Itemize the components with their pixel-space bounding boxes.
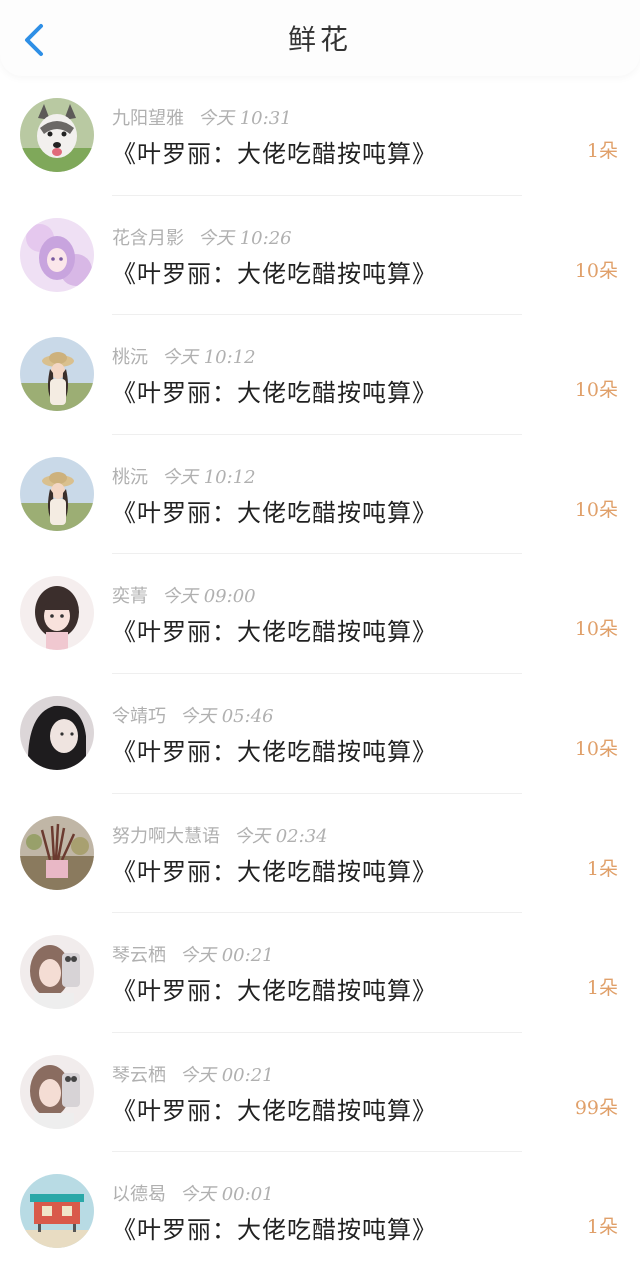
flower-amount: 99朵 [574, 1096, 618, 1119]
book-title: 《叶罗丽：大佬吃醋按吨算》 [112, 259, 437, 288]
flower-amount: 10朵 [574, 618, 618, 641]
list-item[interactable]: 花含月影 今天 10:26 《叶罗丽：大佬吃醋按吨算》 10朵 [0, 196, 640, 316]
book-title: 《叶罗丽：大佬吃醋按吨算》 [112, 379, 437, 408]
flower-amount: 10朵 [574, 498, 618, 521]
user-meta: 桃沅 今天 10:12 [112, 343, 256, 369]
user-meta: 努力啊大慧语 今天 02:34 [112, 822, 328, 848]
user-meta: 九阳望雅 今天 10:31 [112, 104, 292, 130]
book-title: 《叶罗丽：大佬吃醋按吨算》 [112, 737, 437, 766]
list-item[interactable]: 以德曷 今天 00:01 《叶罗丽：大佬吃醋按吨算》 1朵 [0, 1152, 640, 1266]
flower-amount: 1朵 [586, 1216, 618, 1239]
timestamp: 今天 00:01 [180, 1184, 274, 1206]
timestamp: 今天 02:34 [234, 825, 328, 847]
gift-list: 九阳望雅 今天 10:31 《叶罗丽：大佬吃醋按吨算》 1朵 花含月影 今天 10:… [0, 76, 640, 1266]
username[interactable]: 九阳望雅 [112, 108, 184, 129]
username[interactable]: 桃沅 [112, 467, 148, 488]
username[interactable]: 令靖巧 [112, 706, 166, 727]
list-item[interactable]: 桃沅 今天 10:12 《叶罗丽：大佬吃醋按吨算》 10朵 [0, 315, 640, 435]
list-item[interactable]: 琴云栖 今天 00:21 《叶罗丽：大佬吃醋按吨算》 99朵 [0, 1033, 640, 1153]
timestamp: 今天 10:26 [198, 227, 292, 249]
girl-straw-hat-avatar[interactable] [20, 456, 94, 531]
dark-hair-girl-avatar[interactable] [20, 695, 94, 770]
list-item[interactable]: 九阳望雅 今天 10:31 《叶罗丽：大佬吃醋按吨算》 1朵 [0, 76, 640, 196]
user-meta: 令靖巧 今天 05:46 [112, 702, 274, 728]
user-meta: 琴云栖 今天 00:21 [112, 941, 274, 967]
user-meta: 花含月影 今天 10:26 [112, 224, 292, 250]
list-item[interactable]: 奕菁 今天 09:00 《叶罗丽：大佬吃醋按吨算》 10朵 [0, 554, 640, 674]
book-title: 《叶罗丽：大佬吃醋按吨算》 [112, 857, 437, 886]
page-title: 鲜花 [287, 23, 352, 56]
timestamp: 今天 10:31 [198, 108, 292, 129]
purple-anime-girl-avatar[interactable] [20, 217, 94, 292]
book-title: 《叶罗丽：大佬吃醋按吨算》 [112, 140, 437, 168]
timestamp: 今天 10:12 [162, 347, 256, 369]
user-meta: 琴云栖 今天 00:21 [112, 1061, 274, 1087]
list-item[interactable]: 令靖巧 今天 05:46 《叶罗丽：大佬吃醋按吨算》 10朵 [0, 674, 640, 794]
timestamp: 今天 00:21 [180, 945, 274, 967]
timestamp: 今天 05:46 [180, 705, 274, 727]
top-bar: 鲜花 [0, 0, 640, 76]
user-meta: 奕菁 今天 09:00 [112, 582, 256, 608]
username[interactable]: 琴云栖 [112, 1065, 166, 1086]
timestamp: 今天 09:00 [162, 586, 256, 608]
list-item[interactable]: 桃沅 今天 10:12 《叶罗丽：大佬吃醋按吨算》 10朵 [0, 435, 640, 555]
username[interactable]: 琴云栖 [112, 945, 166, 966]
book-title: 《叶罗丽：大佬吃醋按吨算》 [112, 977, 437, 1006]
book-title: 《叶罗丽：大佬吃醋按吨算》 [112, 1096, 437, 1125]
flower-amount: 10朵 [574, 737, 618, 760]
timestamp: 今天 00:21 [180, 1064, 274, 1086]
beach-hut-avatar[interactable] [20, 1174, 94, 1249]
username[interactable]: 花含月影 [112, 228, 184, 249]
user-meta: 桃沅 今天 10:12 [112, 463, 256, 489]
list-item[interactable]: 努力啊大慧语 今天 02:34 《叶罗丽：大佬吃醋按吨算》 1朵 [0, 794, 640, 914]
user-meta: 以德曷 今天 00:01 [112, 1180, 274, 1206]
flower-amount: 1朵 [586, 977, 618, 1000]
username[interactable]: 努力啊大慧语 [112, 826, 220, 847]
timestamp: 今天 10:12 [162, 466, 256, 488]
book-title: 《叶罗丽：大佬吃醋按吨算》 [112, 498, 437, 527]
flower-amount: 1朵 [586, 857, 618, 880]
username[interactable]: 奕菁 [112, 586, 148, 607]
girl-phone-selfie-avatar[interactable] [20, 935, 94, 1010]
list-item[interactable]: 琴云栖 今天 00:21 《叶罗丽：大佬吃醋按吨算》 1朵 [0, 913, 640, 1033]
book-title: 《叶罗丽：大佬吃醋按吨算》 [112, 618, 437, 647]
flower-list-page: 鲜花 九阳望雅 今天 10:31 《叶罗丽：大佬吃醋按吨算》 1朵 花含月影 今天 … [0, 0, 640, 1266]
username[interactable]: 以德曷 [112, 1184, 166, 1205]
flower-amount: 10朵 [574, 259, 618, 282]
girl-straw-hat-avatar[interactable] [20, 337, 94, 412]
flower-amount: 1朵 [586, 140, 618, 162]
husky-dog-avatar[interactable] [20, 98, 94, 172]
flower-amount: 10朵 [574, 379, 618, 402]
username[interactable]: 桃沅 [112, 347, 148, 368]
girl-phone-selfie-avatar[interactable] [20, 1054, 94, 1129]
girl-bangs-avatar[interactable] [20, 576, 94, 651]
book-title: 《叶罗丽：大佬吃醋按吨算》 [112, 1216, 437, 1245]
garden-plant-avatar[interactable] [20, 815, 94, 890]
